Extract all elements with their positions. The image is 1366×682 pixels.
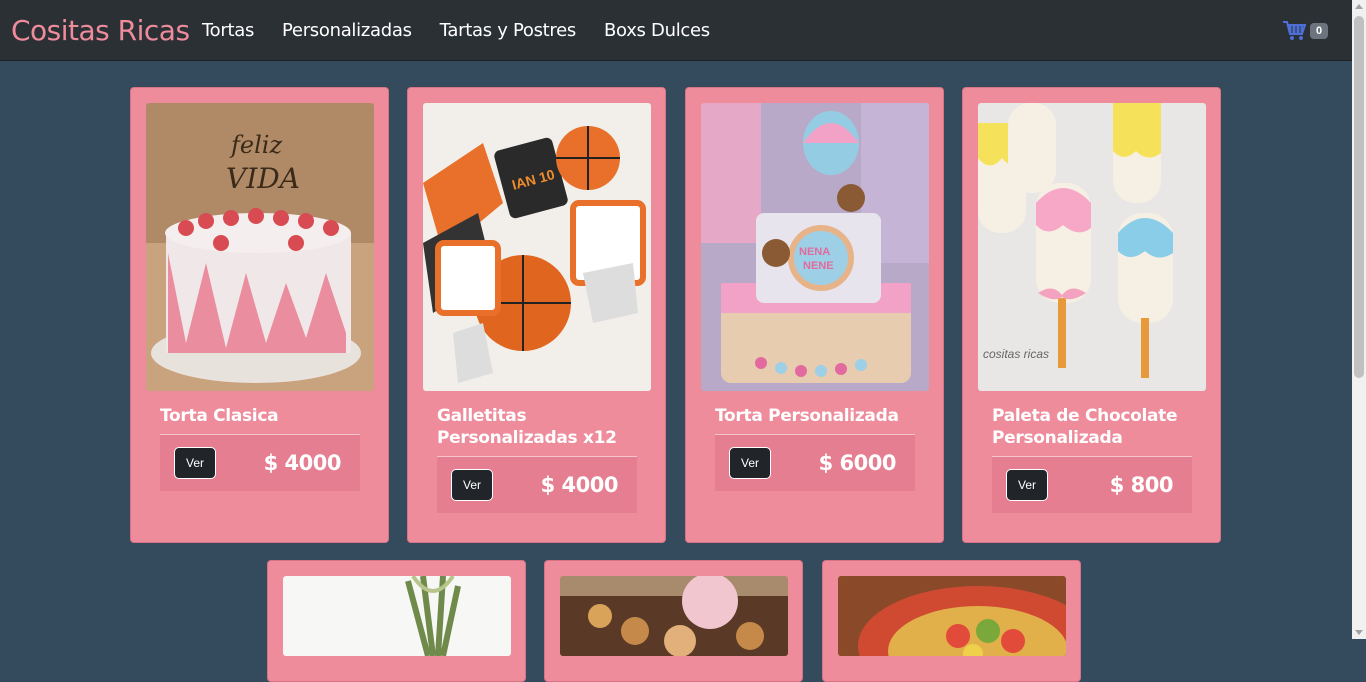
product-price: $ 4000 [540,473,619,497]
product-image-torta-personalizada: NENA NENE [701,103,929,391]
product-price: $ 800 [1109,473,1174,497]
scroll-up-arrow-icon[interactable] [1355,4,1363,9]
product-card: IAN 10 Galletitas Personalizadas x12 Ver… [407,87,666,543]
product-footer: Ver $ 4000 [437,456,637,513]
nav-link-boxs-dulces[interactable]: Boxs Dulces [604,20,710,41]
product-card: cositas ricas Paleta de Chocolate Person… [962,87,1221,543]
product-footer: Ver $ 6000 [715,434,915,491]
scroll-down-arrow-icon[interactable] [1355,630,1363,635]
product-card [267,560,526,682]
product-card: feliz VIDA Torta Clasica Ver $ 4000 [130,87,389,543]
cart-count-badge: 0 [1310,23,1329,39]
product-image [560,576,788,656]
product-card [822,560,1081,682]
product-title: Paleta de Chocolate Personalizada [992,406,1178,448]
product-card: NENA NENE Torta Personalizada Ver $ 6000 [685,87,944,543]
view-button[interactable]: Ver [451,469,493,501]
cart-button[interactable]: 0 [1282,20,1329,42]
brand-logo[interactable]: Cositas Ricas [11,14,190,47]
product-image-torta-clasica: feliz VIDA [146,103,374,391]
nav-link-personalizadas[interactable]: Personalizadas [282,20,412,41]
product-price: $ 4000 [263,451,342,475]
svg-text:NENA: NENA [799,246,830,258]
nav-link-tortas[interactable]: Tortas [202,20,254,41]
product-title: Galletitas Personalizadas x12 [437,406,617,448]
product-title: Torta Personalizada [715,406,899,426]
product-image [838,576,1066,656]
scrollbar[interactable] [1352,0,1366,639]
scroll-thumb[interactable] [1354,16,1364,378]
view-button[interactable]: Ver [729,447,771,479]
product-image-paleta-chocolate: cositas ricas [978,103,1206,391]
svg-text:NENE: NENE [803,260,834,272]
product-card [544,560,803,682]
svg-text:VIDA: VIDA [226,162,300,195]
cart-icon [1283,21,1306,40]
product-price: $ 6000 [818,451,897,475]
view-button[interactable]: Ver [174,447,216,479]
view-button[interactable]: Ver [1006,469,1048,501]
product-image [283,576,511,656]
product-image-galletitas: IAN 10 [423,103,651,391]
nav-link-tartas-y-postres[interactable]: Tartas y Postres [440,20,577,41]
product-title: Torta Clasica [160,406,279,426]
nav-links: Tortas Personalizadas Tartas y Postres B… [202,20,738,41]
product-footer: Ver $ 4000 [160,434,360,491]
product-footer: Ver $ 800 [992,456,1192,513]
svg-text:cositas ricas: cositas ricas [983,347,1049,361]
navbar: Cositas Ricas Tortas Personalizadas Tart… [0,0,1352,61]
svg-text:feliz: feliz [229,131,282,159]
